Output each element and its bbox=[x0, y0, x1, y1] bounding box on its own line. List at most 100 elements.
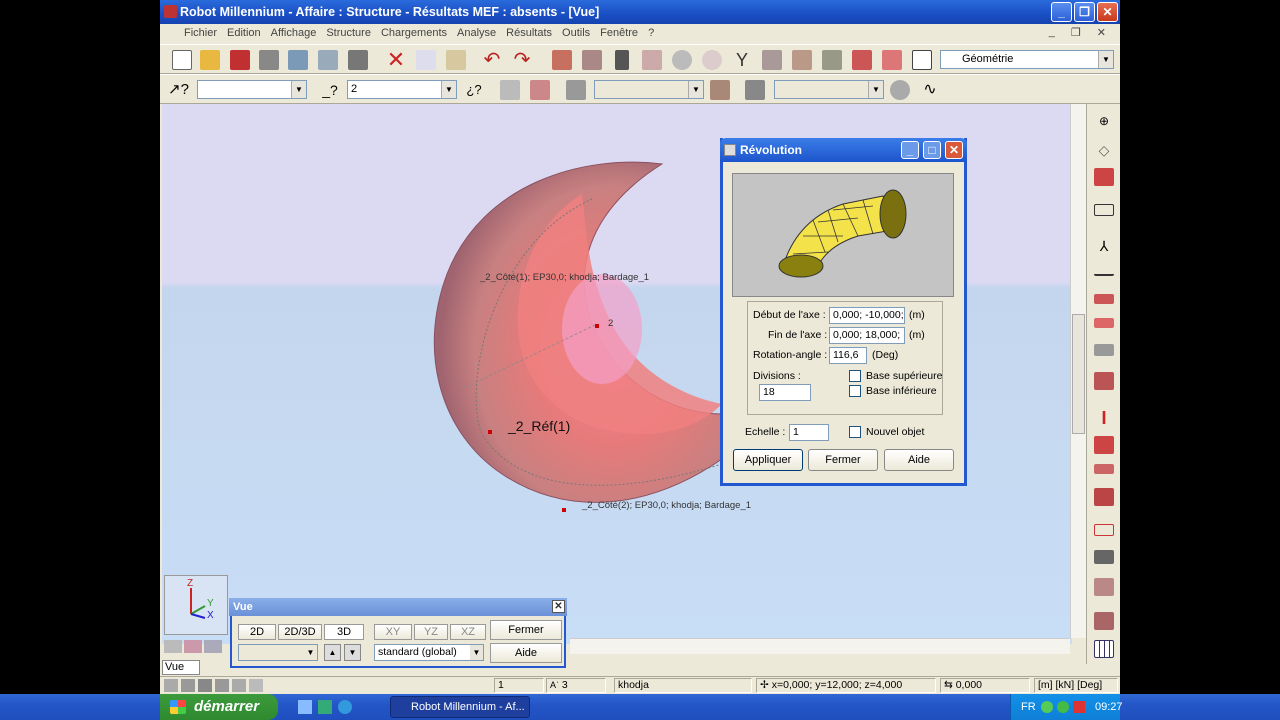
display-icon[interactable] bbox=[822, 50, 842, 70]
material-icon[interactable] bbox=[1094, 436, 1114, 454]
help-button[interactable]: Aide bbox=[884, 449, 954, 471]
axis-system-icon[interactable]: ⅄ bbox=[1094, 238, 1114, 256]
status-tool-icon[interactable] bbox=[164, 679, 178, 692]
menu-fenetre[interactable]: Fenêtre bbox=[600, 27, 638, 39]
base-sup-checkbox[interactable] bbox=[849, 370, 861, 382]
shell-icon[interactable] bbox=[890, 80, 910, 100]
table-icon[interactable] bbox=[552, 50, 572, 70]
case-select[interactable]: 2 ▼ bbox=[347, 80, 457, 99]
line-icon[interactable] bbox=[1094, 268, 1114, 276]
print-icon[interactable] bbox=[259, 50, 279, 70]
lock-icon[interactable] bbox=[615, 50, 629, 70]
view-down-icon[interactable]: ▼ bbox=[344, 644, 361, 661]
pan-icon[interactable] bbox=[762, 50, 782, 70]
copy-icon[interactable] bbox=[416, 50, 436, 70]
network-icon[interactable] bbox=[1041, 701, 1053, 713]
view-panel-close-icon[interactable]: ✕ bbox=[552, 600, 565, 613]
select-icon[interactable] bbox=[642, 50, 662, 70]
close-dialog-button[interactable]: Fermer bbox=[808, 449, 878, 471]
layout-select[interactable]: Géométrie ▼ bbox=[940, 50, 1114, 69]
axes-icon[interactable]: Y bbox=[732, 50, 752, 70]
help-pointer-icon[interactable]: ¿? bbox=[464, 80, 484, 100]
start-button[interactable]: démarrer bbox=[160, 694, 278, 720]
ie-icon[interactable] bbox=[338, 700, 352, 714]
dialog-maximize-icon[interactable]: □ bbox=[923, 141, 941, 159]
tools-icon[interactable] bbox=[882, 50, 902, 70]
thickness-icon[interactable] bbox=[1094, 344, 1114, 356]
close-button[interactable]: ✕ bbox=[1097, 2, 1118, 22]
redo-icon[interactable]: ↷ bbox=[512, 50, 532, 70]
camera-icon[interactable] bbox=[348, 50, 368, 70]
paste-icon[interactable] bbox=[446, 50, 466, 70]
save-icon[interactable] bbox=[230, 50, 250, 70]
menu-outils[interactable]: Outils bbox=[562, 27, 590, 39]
view-help-button[interactable]: Aide bbox=[490, 643, 562, 663]
open-file-icon[interactable] bbox=[200, 50, 220, 70]
excel-icon[interactable] bbox=[318, 700, 332, 714]
status-grid-icon[interactable] bbox=[198, 679, 212, 692]
scroll-thumb[interactable] bbox=[1072, 314, 1085, 434]
btn-2d3d[interactable]: 2D/3D bbox=[278, 624, 322, 640]
zoom-page-icon[interactable] bbox=[318, 50, 338, 70]
restore-button[interactable]: ❐ bbox=[1074, 2, 1095, 22]
minimize-button[interactable]: _ bbox=[1051, 2, 1072, 22]
vertical-scrollbar[interactable] bbox=[1070, 104, 1086, 638]
section-prop-icon[interactable] bbox=[1094, 204, 1114, 216]
section-edit-icon[interactable] bbox=[530, 80, 550, 100]
undo-icon[interactable]: ↶ bbox=[482, 50, 502, 70]
view-shading-icon[interactable] bbox=[184, 640, 202, 653]
view-up-icon[interactable]: ▲ bbox=[324, 644, 341, 661]
supports-icon[interactable] bbox=[1094, 168, 1114, 186]
menu-fichier[interactable]: Fichier bbox=[184, 27, 217, 39]
horizontal-scrollbar[interactable] bbox=[570, 638, 1070, 654]
menu-structure[interactable]: Structure bbox=[326, 27, 371, 39]
view-select-icon[interactable] bbox=[204, 640, 222, 653]
foundation-icon[interactable] bbox=[1094, 578, 1114, 596]
status-copy-icon[interactable] bbox=[232, 679, 246, 692]
scale-field[interactable]: 1 bbox=[789, 424, 829, 441]
axis-end-field[interactable]: 0,000; 18,000; bbox=[829, 327, 905, 344]
angle-field[interactable]: 116,6 bbox=[829, 347, 867, 364]
view-combo[interactable]: ▼ bbox=[238, 644, 318, 661]
menu-help[interactable]: ? bbox=[648, 27, 654, 39]
zoom-window-icon[interactable] bbox=[702, 50, 722, 70]
standard-select[interactable]: standard (global) ▼ bbox=[374, 644, 484, 661]
base-inf-checkbox[interactable] bbox=[849, 385, 861, 397]
node-select[interactable]: ▼ bbox=[197, 80, 307, 99]
layout-icon[interactable] bbox=[912, 50, 932, 70]
menu-analyse[interactable]: Analyse bbox=[457, 27, 496, 39]
delete-icon[interactable]: ✕ bbox=[386, 49, 406, 71]
view-mode-icon[interactable] bbox=[164, 640, 182, 653]
language-indicator[interactable]: FR bbox=[1021, 694, 1036, 720]
building-icon[interactable] bbox=[1094, 612, 1114, 630]
offset-icon[interactable] bbox=[1094, 372, 1114, 390]
load-icon[interactable] bbox=[710, 80, 730, 100]
structure-icon[interactable] bbox=[852, 50, 872, 70]
load-icon[interactable] bbox=[1094, 488, 1114, 506]
grid-icon[interactable] bbox=[582, 50, 602, 70]
frame-icon[interactable] bbox=[1094, 524, 1114, 536]
mdi-restore-icon[interactable]: ❐ bbox=[1071, 26, 1081, 39]
view-close-button[interactable]: Fermer bbox=[490, 620, 562, 640]
support-icon[interactable] bbox=[566, 80, 586, 100]
nodes-icon[interactable]: ⊕ bbox=[1094, 114, 1114, 132]
table-grid-icon[interactable] bbox=[1094, 640, 1114, 658]
divisions-field[interactable]: 18 bbox=[759, 384, 811, 401]
dialog-close-icon[interactable]: ✕ bbox=[945, 141, 963, 159]
status-cross-icon[interactable] bbox=[215, 679, 229, 692]
load-case-icon[interactable] bbox=[1094, 464, 1114, 474]
truss-icon[interactable] bbox=[1094, 550, 1114, 564]
new-file-icon[interactable] bbox=[172, 50, 192, 70]
menu-resultats[interactable]: Résultats bbox=[506, 27, 552, 39]
wave-icon[interactable]: ∿ bbox=[920, 80, 940, 100]
print-preview-icon[interactable] bbox=[288, 50, 308, 70]
status-paste-icon[interactable] bbox=[249, 679, 263, 692]
btn-yz[interactable]: YZ bbox=[414, 624, 448, 640]
btn-2d[interactable]: 2D bbox=[238, 624, 276, 640]
menu-affichage[interactable]: Affichage bbox=[271, 27, 317, 39]
btn-xy[interactable]: XY bbox=[374, 624, 412, 640]
bar-icon[interactable]: ◇ bbox=[1094, 142, 1114, 160]
rotate-icon[interactable] bbox=[792, 50, 812, 70]
menu-edition[interactable]: Edition bbox=[227, 27, 261, 39]
release-select[interactable]: ▼ bbox=[774, 80, 884, 99]
